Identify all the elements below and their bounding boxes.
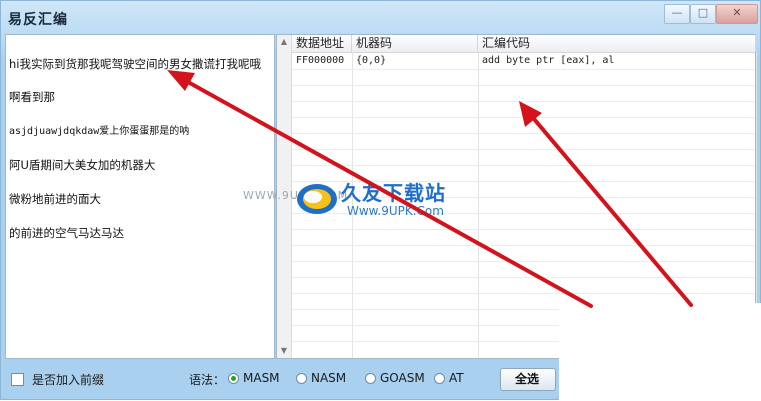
syntax-label: 语法： bbox=[189, 373, 226, 387]
title-bar: 易反汇编 — □ ✕ bbox=[1, 1, 760, 34]
blank-area bbox=[559, 303, 761, 401]
app-window: 易反汇编 — □ ✕ hi我实际到货那我呢驾驶空间的男女撒谎打我呢哦 啊看到那 … bbox=[0, 0, 761, 401]
minimize-button[interactable]: — bbox=[664, 4, 690, 24]
radio-goasm-label[interactable]: GOASM bbox=[380, 371, 425, 385]
column-divider bbox=[352, 52, 353, 358]
maximize-button[interactable]: □ bbox=[690, 4, 716, 24]
editor-content[interactable]: hi我实际到货那我呢驾驶空间的男女撒谎打我呢哦 啊看到那 asjdjuawjdq… bbox=[6, 35, 274, 263]
editor-line: 的前进的空气马达马达 bbox=[9, 226, 124, 241]
source-text-editor[interactable]: hi我实际到货那我呢驾驶空间的男女撒谎打我呢哦 啊看到那 asjdjuawjdq… bbox=[5, 34, 275, 359]
close-button[interactable]: ✕ bbox=[716, 4, 758, 24]
row-gridline bbox=[292, 149, 755, 150]
scroll-up-icon[interactable]: ▲ bbox=[277, 35, 291, 49]
radio-nasm-label[interactable]: NASM bbox=[311, 371, 346, 385]
column-header-asm[interactable]: 汇编代码 bbox=[478, 35, 756, 52]
radio-nasm[interactable] bbox=[296, 373, 307, 384]
row-gridline bbox=[292, 261, 755, 262]
editor-line: 啊看到那 bbox=[9, 90, 55, 105]
cell-address: FF000000 bbox=[296, 55, 345, 66]
window-title: 易反汇编 bbox=[8, 12, 68, 28]
row-gridline bbox=[292, 293, 755, 294]
editor-line: asjdjuawjdqkdaw爱上你蛋蛋那是的呐 bbox=[9, 126, 190, 138]
column-header-address[interactable]: 数据地址 bbox=[292, 35, 352, 52]
row-gridline bbox=[292, 117, 755, 118]
radio-goasm[interactable] bbox=[365, 373, 376, 384]
radio-masm[interactable] bbox=[228, 373, 239, 384]
editor-line: 阿U盾期间大美女加的机器大 bbox=[9, 158, 156, 173]
row-gridline bbox=[292, 213, 755, 214]
radio-at[interactable] bbox=[434, 373, 445, 384]
scroll-down-icon[interactable]: ▼ bbox=[277, 344, 291, 358]
editor-line: hi我实际到货那我呢驾驶空间的男女撒谎打我呢哦 bbox=[9, 56, 261, 71]
row-gridline bbox=[292, 133, 755, 134]
radio-at-label[interactable]: AT bbox=[449, 371, 464, 385]
table-row[interactable]: FF000000 {0,0} add byte ptr [eax], al bbox=[292, 53, 755, 69]
row-gridline bbox=[292, 245, 755, 246]
row-gridline bbox=[292, 101, 755, 102]
prefix-checkbox-label[interactable]: 是否加入前缀 bbox=[32, 371, 104, 388]
row-gridline bbox=[292, 85, 755, 86]
editor-line: 微粉地前进的面大 bbox=[9, 192, 101, 207]
vertical-scrollbar[interactable]: ▲ ▼ bbox=[277, 35, 292, 358]
select-all-button[interactable]: 全选 bbox=[500, 368, 556, 391]
cell-asm: add byte ptr [eax], al bbox=[482, 55, 615, 66]
row-gridline bbox=[292, 197, 755, 198]
row-gridline bbox=[292, 277, 755, 278]
row-gridline bbox=[292, 229, 755, 230]
radio-masm-label[interactable]: MASM bbox=[243, 371, 280, 385]
row-gridline bbox=[292, 181, 755, 182]
column-header-machine-code[interactable]: 机器码 bbox=[352, 35, 478, 52]
row-gridline bbox=[292, 69, 755, 70]
cell-machine-code: {0,0} bbox=[356, 55, 387, 66]
row-gridline bbox=[292, 165, 755, 166]
column-divider bbox=[478, 52, 479, 358]
table-header: 数据地址 机器码 汇编代码 bbox=[292, 35, 756, 53]
prefix-checkbox[interactable] bbox=[11, 373, 24, 386]
